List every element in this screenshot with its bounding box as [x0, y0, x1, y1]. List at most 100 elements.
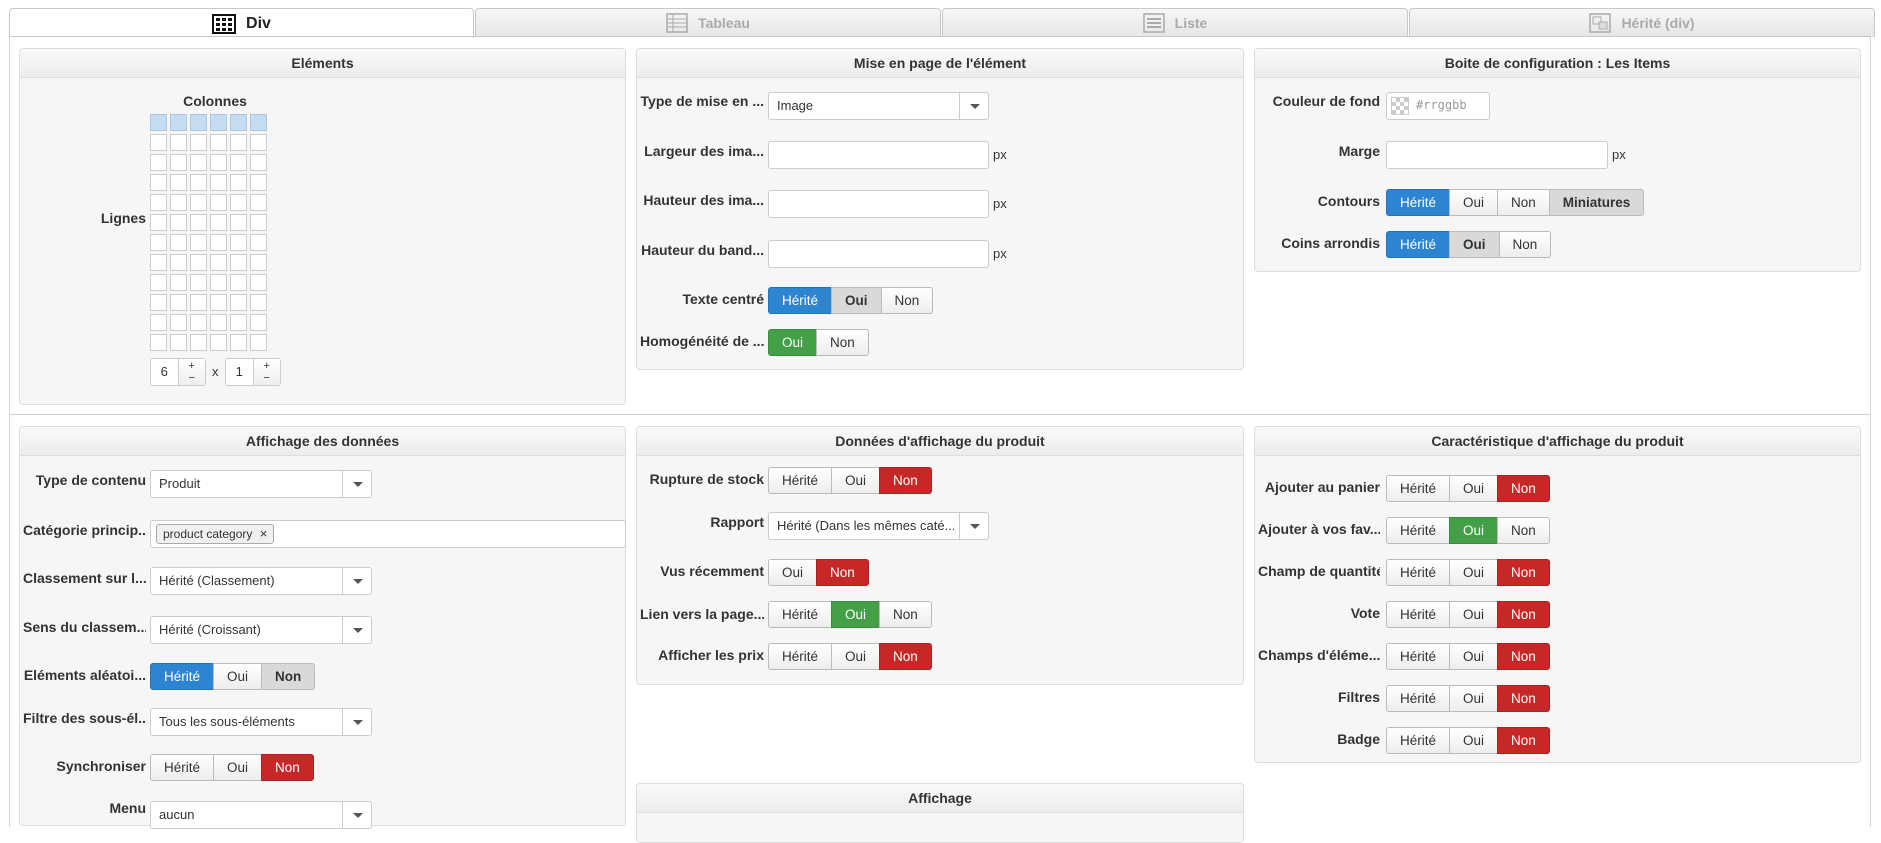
grid-cell[interactable] [230, 254, 247, 271]
link-toggle-group[interactable]: Hérité Oui Non [768, 601, 932, 628]
content-type-select[interactable]: Produit [150, 470, 372, 498]
option-oui[interactable]: Oui [1449, 643, 1499, 670]
option-herite[interactable]: Hérité [1386, 643, 1451, 670]
qty-toggle-group[interactable]: Hérité Oui Non [1386, 559, 1550, 586]
option-oui[interactable]: Oui [1449, 231, 1500, 258]
color-picker[interactable]: #rrggbb [1386, 92, 1490, 120]
type-select[interactable]: Image [768, 92, 989, 120]
option-herite[interactable]: Hérité [1386, 231, 1451, 258]
option-herite[interactable]: Hérité [1386, 685, 1451, 712]
option-herite[interactable]: Hérité [150, 663, 215, 690]
plus-button[interactable]: + [264, 360, 270, 372]
option-herite[interactable]: Hérité [1386, 727, 1451, 754]
grid-cell[interactable] [170, 154, 187, 171]
option-herite[interactable]: Hérité [768, 601, 833, 628]
grid-cell[interactable] [250, 334, 267, 351]
option-oui[interactable]: Oui [213, 754, 263, 781]
grid-cell[interactable] [250, 194, 267, 211]
option-non[interactable]: Non [1497, 727, 1550, 754]
homog-toggle-group[interactable]: Oui Non [768, 329, 869, 356]
cart-toggle-group[interactable]: Hérité Oui Non [1386, 475, 1550, 502]
grid-cell[interactable] [170, 134, 187, 151]
option-oui[interactable]: Oui [768, 329, 818, 356]
option-oui[interactable]: Oui [1449, 189, 1499, 216]
grid-cell[interactable] [210, 174, 227, 191]
random-toggle-group[interactable]: Hérité Oui Non [150, 663, 316, 690]
option-herite[interactable]: Hérité [768, 643, 833, 670]
option-oui[interactable]: Oui [1449, 559, 1499, 586]
grid-cell[interactable] [150, 254, 167, 271]
option-oui[interactable]: Oui [1449, 601, 1499, 628]
grid-cell[interactable] [230, 294, 247, 311]
tab-div[interactable]: Div [9, 8, 474, 38]
grid-cell[interactable] [250, 134, 267, 151]
option-non[interactable]: Non [1498, 231, 1552, 258]
grid-cell[interactable] [150, 114, 167, 131]
minus-button[interactable]: − [189, 372, 195, 384]
grid-cell[interactable] [230, 174, 247, 191]
borders-toggle-group[interactable]: Hérité Oui Non Miniatures [1386, 189, 1645, 216]
grid-cell[interactable] [230, 314, 247, 331]
grid-cell[interactable] [250, 314, 267, 331]
grid-cell[interactable] [210, 234, 227, 251]
tab-tableau[interactable]: Tableau [475, 8, 941, 37]
grid-cell[interactable] [210, 114, 227, 131]
grid-cell[interactable] [230, 334, 247, 351]
option-non[interactable]: Non [1497, 601, 1550, 628]
option-non[interactable]: Non [879, 467, 932, 494]
report-select[interactable]: Hérité (Dans les mêmes caté... [768, 512, 989, 540]
grid-cell[interactable] [190, 134, 207, 151]
stock-toggle-group[interactable]: Hérité Oui Non [768, 467, 932, 494]
fields-toggle-group[interactable]: Hérité Oui Non [1386, 643, 1550, 670]
grid-cell[interactable] [190, 174, 207, 191]
option-non[interactable]: Non [816, 329, 869, 356]
option-non[interactable]: Non [1497, 559, 1550, 586]
option-herite[interactable]: Hérité [1386, 559, 1451, 586]
option-herite[interactable]: Hérité [1386, 517, 1451, 544]
option-oui[interactable]: Oui [1449, 517, 1499, 544]
grid-cell[interactable] [250, 234, 267, 251]
sync-toggle-group[interactable]: Hérité Oui Non [150, 754, 314, 781]
grid-cell[interactable] [190, 154, 207, 171]
option-non[interactable]: Non [879, 601, 932, 628]
grid-cell[interactable] [150, 174, 167, 191]
grid-cell[interactable] [150, 294, 167, 311]
rounded-toggle-group[interactable]: Hérité Oui Non [1386, 231, 1552, 258]
sort-select[interactable]: Hérité (Classement) [150, 567, 372, 595]
rows-stepper[interactable]: 1 + − [225, 358, 281, 386]
height-input[interactable] [768, 190, 989, 218]
option-oui[interactable]: Oui [1449, 685, 1499, 712]
grid-cell[interactable] [170, 314, 187, 331]
grid-cell[interactable] [150, 314, 167, 331]
minus-button[interactable]: − [264, 372, 270, 384]
grid-cell[interactable] [210, 294, 227, 311]
grid-cell[interactable] [170, 214, 187, 231]
grid-cell[interactable] [190, 314, 207, 331]
width-input[interactable] [768, 141, 989, 169]
option-oui[interactable]: Oui [831, 467, 881, 494]
grid-cell[interactable] [250, 214, 267, 231]
grid-cell[interactable] [210, 254, 227, 271]
option-miniatures[interactable]: Miniatures [1548, 189, 1645, 216]
option-non[interactable]: Non [261, 754, 314, 781]
tab-liste[interactable]: Liste [942, 8, 1408, 37]
grid-cell[interactable] [250, 174, 267, 191]
grid-cell[interactable] [150, 154, 167, 171]
filters-toggle-group[interactable]: Hérité Oui Non [1386, 685, 1550, 712]
prices-toggle-group[interactable]: Hérité Oui Non [768, 643, 932, 670]
grid-cell[interactable] [170, 194, 187, 211]
grid-cell[interactable] [170, 274, 187, 291]
option-non[interactable]: Non [1497, 517, 1550, 544]
grid-cell[interactable] [190, 274, 207, 291]
grid-cell[interactable] [210, 194, 227, 211]
grid-cell[interactable] [170, 174, 187, 191]
filter-select[interactable]: Tous les sous-éléments [150, 708, 372, 736]
recent-toggle-group[interactable]: Oui Non [768, 559, 869, 586]
grid-cell[interactable] [150, 214, 167, 231]
grid-cell[interactable] [190, 294, 207, 311]
grid-cell[interactable] [190, 334, 207, 351]
option-non[interactable]: Non [816, 559, 869, 586]
option-non[interactable]: Non [879, 643, 932, 670]
plus-button[interactable]: + [189, 360, 195, 372]
option-oui[interactable]: Oui [831, 601, 881, 628]
